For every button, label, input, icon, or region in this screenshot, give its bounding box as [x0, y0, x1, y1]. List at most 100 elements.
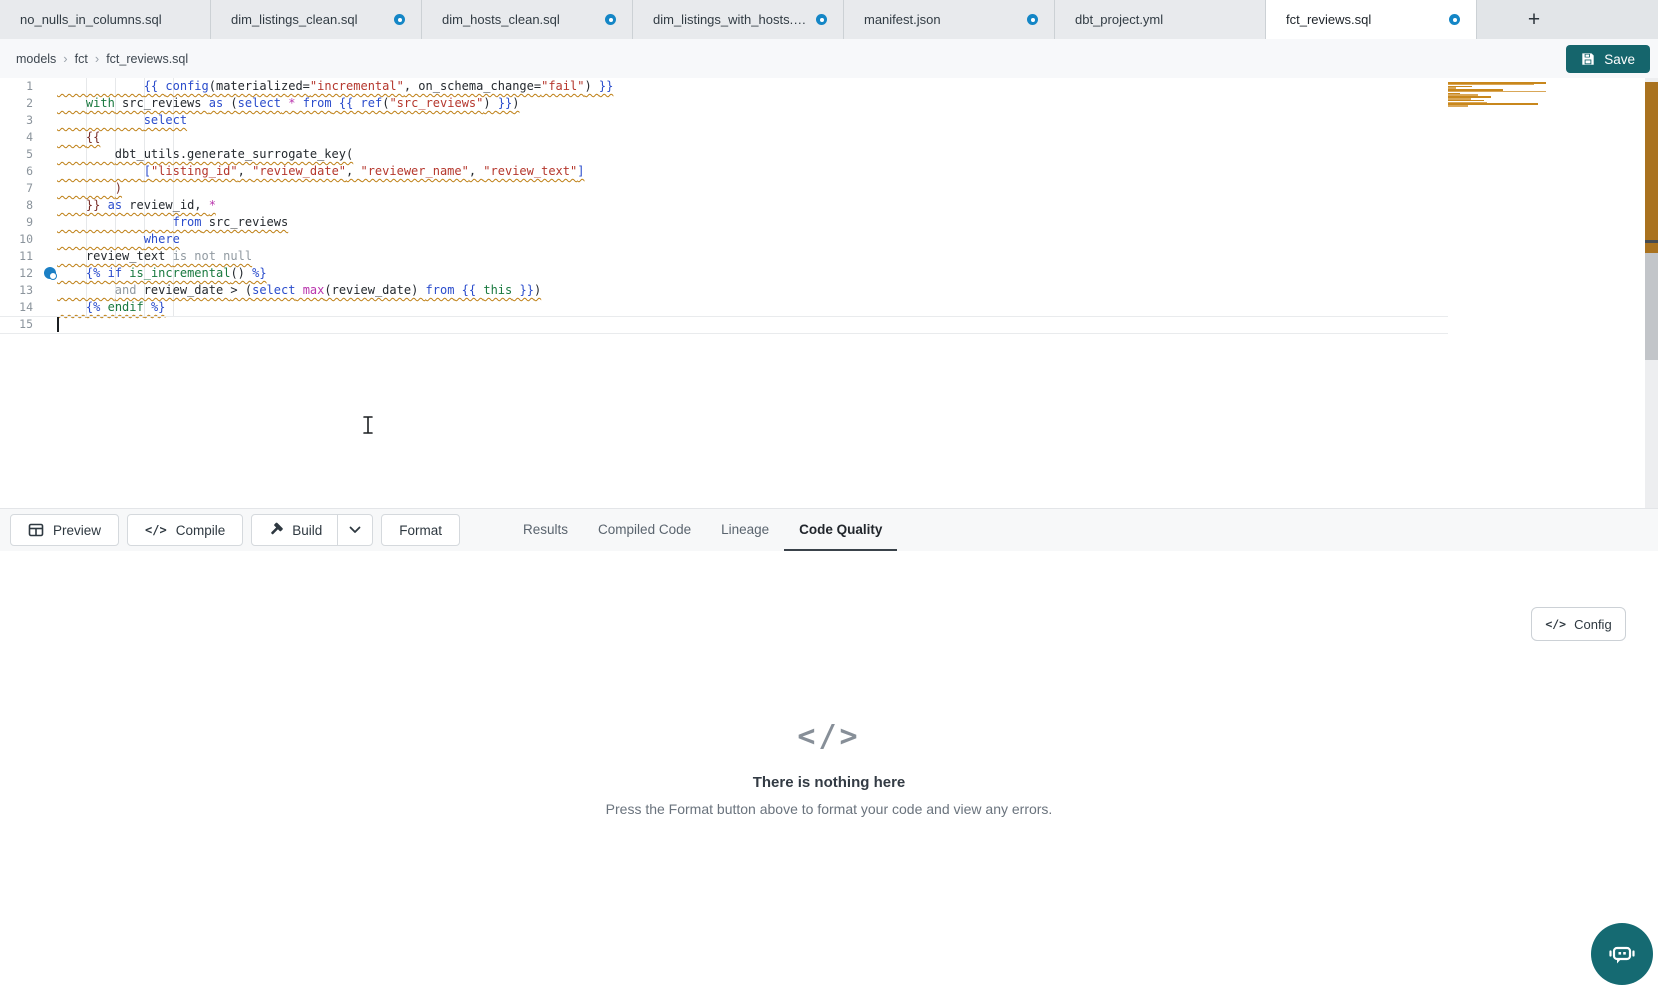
code-line-text: ) — [57, 180, 122, 197]
panel-tab-code-quality[interactable]: Code Quality — [784, 509, 897, 551]
text-caret — [57, 317, 59, 332]
chevron-down-icon — [349, 526, 361, 534]
line-number: 6 — [0, 163, 33, 180]
file-tab-dim_hosts_clean.sql[interactable]: dim_hosts_clean.sql — [422, 0, 633, 39]
modified-dot-icon — [1449, 14, 1460, 25]
panel-tab-lineage[interactable]: Lineage — [706, 509, 784, 551]
code-quality-panel: </> Config </> There is nothing here Pre… — [0, 551, 1658, 955]
format-button[interactable]: Format — [381, 514, 460, 546]
floppy-disk-icon — [1581, 52, 1595, 66]
modified-dot-icon — [1027, 14, 1038, 25]
preview-label: Preview — [53, 523, 101, 538]
tab-label: manifest.json — [864, 12, 941, 27]
tab-label: dim_listings_clean.sql — [231, 12, 357, 27]
code-line-12[interactable]: 12 {% if is_incremental() %} — [0, 265, 1658, 282]
code-line-text: with src_reviews as (select * from {{ re… — [57, 95, 520, 112]
tab-label: fct_reviews.sql — [1286, 12, 1371, 27]
line-number: 13 — [0, 282, 33, 299]
build-button[interactable]: Build — [252, 515, 338, 545]
code-editor[interactable]: 1 {{ config(materialized="incremental", … — [0, 78, 1658, 508]
line-number: 1 — [0, 78, 33, 95]
mouse-ibeam-cursor — [360, 414, 376, 436]
tab-label: dim_hosts_clean.sql — [442, 12, 560, 27]
robot-chat-icon — [1607, 939, 1637, 969]
panel-tab-compiled-code[interactable]: Compiled Code — [583, 509, 706, 551]
line-number: 11 — [0, 248, 33, 265]
panel-tabs: ResultsCompiled CodeLineageCode Quality — [508, 509, 897, 551]
code-line-2[interactable]: 2 with src_reviews as (select * from {{ … — [0, 95, 1658, 112]
code-lines: 1 {{ config(materialized="incremental", … — [0, 78, 1658, 333]
tab-bar-filler: + — [1477, 0, 1658, 39]
code-line-text: review_text is not null — [57, 248, 252, 265]
overview-ruler-warnings — [1645, 82, 1658, 253]
scrollbar-thumb[interactable] — [1645, 253, 1658, 360]
code-line-8[interactable]: 8 }} as review_id, * — [0, 197, 1658, 214]
tab-label: dbt_project.yml — [1075, 12, 1163, 27]
file-tab-manifest.json[interactable]: manifest.json — [844, 0, 1055, 39]
build-options-dropdown[interactable] — [338, 515, 372, 545]
code-line-15[interactable]: 15 — [0, 316, 1658, 333]
file-tab-dim_listings_with_hosts.sql[interactable]: dim_listings_with_hosts.sql — [633, 0, 844, 39]
modified-dot-icon — [394, 14, 405, 25]
tab-label: dim_listings_with_hosts.sql — [653, 12, 808, 27]
line-number: 7 — [0, 180, 33, 197]
code-line-1[interactable]: 1 {{ config(materialized="incremental", … — [0, 78, 1658, 95]
code-line-text: {% endif %} — [57, 299, 165, 316]
breadcrumb-segment-fct_reviews.sql[interactable]: fct_reviews.sql — [106, 52, 188, 66]
chat-assistant-button[interactable] — [1591, 923, 1653, 985]
save-label: Save — [1604, 52, 1635, 67]
code-line-text: {{ config(materialized="incremental", on… — [57, 78, 613, 95]
compile-button[interactable]: </> Compile — [127, 514, 243, 546]
empty-state: </> There is nothing here Press the Form… — [0, 719, 1658, 817]
breadcrumb-separator-icon: › — [95, 51, 99, 66]
code-line-5[interactable]: 5 dbt_utils.generate_surrogate_key( — [0, 146, 1658, 163]
new-tab-button[interactable]: + — [1521, 7, 1547, 33]
file-tab-no_nulls_in_columns.sql[interactable]: no_nulls_in_columns.sql — [0, 0, 211, 39]
editor-action-toolbar: Preview </> Compile Build Format Results… — [0, 508, 1658, 551]
breadcrumb-segment-models[interactable]: models — [16, 52, 56, 66]
empty-state-title: There is nothing here — [0, 774, 1658, 791]
save-button[interactable]: Save — [1566, 45, 1650, 73]
hammer-icon — [267, 522, 283, 538]
code-line-text: dbt_utils.generate_surrogate_key( — [57, 146, 353, 163]
code-line-13[interactable]: 13 and review_date > (select max(review_… — [0, 282, 1658, 299]
breadcrumb-segment-fct[interactable]: fct — [75, 52, 88, 66]
line-number: 12 — [0, 265, 33, 282]
panel-tab-results[interactable]: Results — [508, 509, 583, 551]
code-line-9[interactable]: 9 from src_reviews — [0, 214, 1658, 231]
compile-label: Compile — [176, 523, 226, 538]
minimap-line-bar — [1448, 105, 1468, 107]
code-line-text: and review_date > (select max(review_dat… — [57, 282, 541, 299]
file-tab-fct_reviews.sql[interactable]: fct_reviews.sql — [1266, 0, 1477, 39]
code-line-10[interactable]: 10 where — [0, 231, 1658, 248]
config-button[interactable]: </> Config — [1531, 607, 1626, 641]
code-line-text: select — [57, 112, 187, 129]
quick-fix-icon[interactable] — [44, 267, 56, 279]
file-tab-dbt_project.yml[interactable]: dbt_project.yml — [1055, 0, 1266, 39]
line-number: 8 — [0, 197, 33, 214]
tab-label: no_nulls_in_columns.sql — [20, 12, 162, 27]
code-line-4[interactable]: 4 {{ — [0, 129, 1658, 146]
empty-state-subtitle: Press the Format button above to format … — [0, 801, 1658, 817]
minimap-line-bar — [1448, 91, 1546, 93]
code-line-3[interactable]: 3 select — [0, 112, 1658, 129]
code-line-11[interactable]: 11 review_text is not null — [0, 248, 1658, 265]
line-number: 14 — [0, 299, 33, 316]
format-label: Format — [399, 523, 442, 538]
code-line-text: from src_reviews — [57, 214, 288, 231]
file-tab-bar: no_nulls_in_columns.sql dim_listings_clea… — [0, 0, 1658, 39]
line-number: 15 — [0, 316, 33, 333]
minimap[interactable] — [1448, 78, 1548, 138]
line-number: 5 — [0, 146, 33, 163]
code-line-7[interactable]: 7 ) — [0, 180, 1658, 197]
code-line-14[interactable]: 14 {% endif %} — [0, 299, 1658, 316]
file-tab-dim_listings_clean.sql[interactable]: dim_listings_clean.sql — [211, 0, 422, 39]
preview-button[interactable]: Preview — [10, 514, 119, 546]
editor-scrollbar[interactable] — [1645, 78, 1658, 508]
code-icon: </> — [1545, 617, 1566, 631]
code-line-6[interactable]: 6 ["listing_id", "review_date", "reviewe… — [0, 163, 1658, 180]
line-number: 3 — [0, 112, 33, 129]
code-line-text: ["listing_id", "review_date", "reviewer_… — [57, 163, 584, 180]
table-icon — [28, 522, 44, 538]
breadcrumb: models›fct›fct_reviews.sql — [16, 51, 188, 66]
